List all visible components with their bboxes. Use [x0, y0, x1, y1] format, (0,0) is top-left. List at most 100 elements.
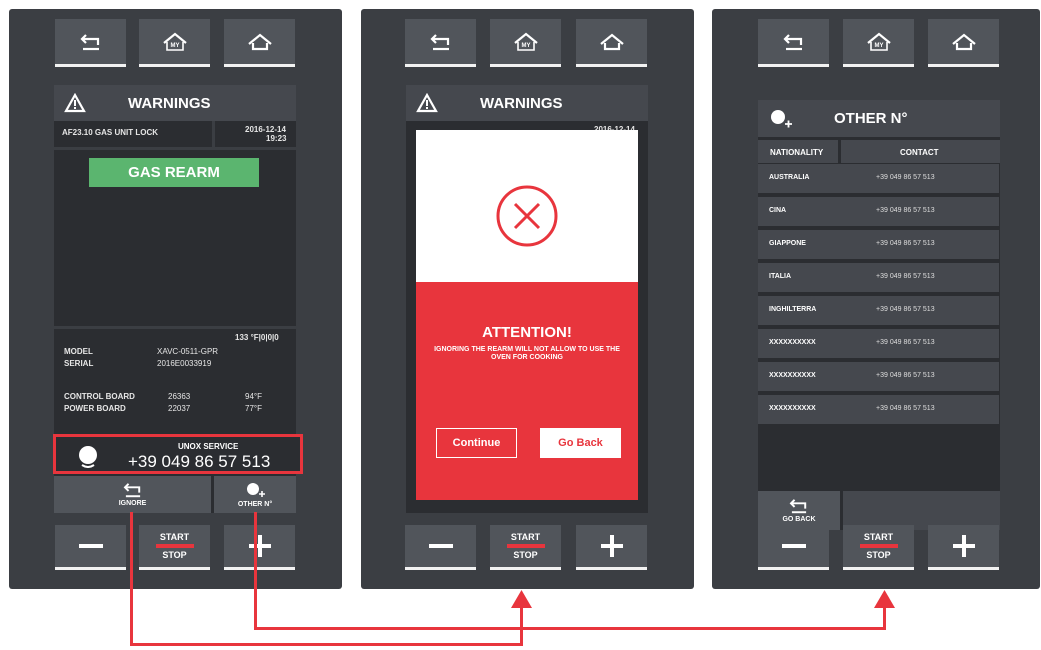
minus-icon — [428, 544, 453, 548]
stop-label: STOP — [866, 550, 891, 560]
go-back-label: GO BACK — [782, 516, 816, 523]
ignore-button[interactable]: IGNORE — [54, 476, 211, 513]
serial-label: SERIAL — [64, 359, 94, 368]
minus-icon — [781, 544, 806, 548]
table-row[interactable]: CINA +39 049 86 57 513 — [758, 197, 999, 226]
home-button[interactable] — [224, 19, 295, 67]
nationality-cell: ITALIA — [769, 273, 792, 280]
plus-button[interactable] — [928, 525, 999, 570]
divider — [212, 121, 215, 147]
nationality-cell: CINA — [769, 207, 787, 214]
home-icon — [247, 33, 272, 50]
page-title: WARNINGS — [128, 94, 211, 112]
nationality-cell: XXXXXXXXXX — [769, 405, 816, 412]
model-value: XAVC-0511-GPR — [157, 347, 219, 356]
headset-add-icon — [247, 483, 265, 497]
back-arrow-icon — [429, 33, 449, 50]
home-button[interactable] — [576, 19, 647, 67]
table-row[interactable]: INGHILTERRA +39 049 86 57 513 — [758, 296, 999, 325]
attention-message: IGNORING THE REARM WILL NOT ALLOW TO USE… — [434, 346, 620, 361]
other-number-button[interactable]: OTHER N° — [214, 476, 296, 513]
stop-label: STOP — [513, 550, 538, 560]
alarm-time: 19:23 — [266, 134, 287, 143]
page-title: OTHER N° — [834, 110, 908, 127]
serial-value: 2016E0033919 — [157, 359, 212, 368]
continue-button[interactable]: Continue — [436, 428, 517, 458]
flow-line-other-horizontal — [254, 627, 886, 630]
nationality-cell: XXXXXXXXXX — [769, 372, 816, 379]
control-board-temp: 94°F — [245, 392, 262, 401]
temperature-counter: 133 °F|0|0|0 — [235, 333, 279, 342]
my-home-icon: MY — [513, 32, 538, 51]
contact-cell: +39 049 86 57 513 — [876, 174, 935, 181]
headset-icon — [79, 446, 97, 468]
start-stop-bar — [155, 544, 194, 548]
table-row[interactable]: XXXXXXXXXX +39 049 86 57 513 — [758, 329, 999, 358]
table-row[interactable]: AUSTRALIA +39 049 86 57 513 — [758, 164, 999, 193]
minus-button[interactable] — [405, 525, 476, 570]
service-phone: +39 049 86 57 513 — [128, 452, 271, 471]
power-board-value: 22037 — [168, 404, 191, 413]
minus-icon — [78, 544, 103, 548]
my-home-icon: MY — [162, 32, 187, 51]
warning-triangle-icon — [64, 93, 86, 113]
flow-arrowhead-icon — [874, 590, 895, 608]
page-title: WARNINGS — [480, 94, 563, 112]
power-board-label: POWER BOARD — [64, 404, 126, 413]
svg-text:MY: MY — [874, 43, 883, 49]
flow-line-ignore-up — [520, 604, 523, 646]
service-title: UNOX SERVICE — [178, 442, 239, 451]
start-stop-bar — [506, 544, 545, 548]
back-button[interactable] — [758, 19, 829, 67]
alarm-date: 2016-12-14 — [245, 125, 286, 134]
back-arrow-icon — [782, 33, 802, 50]
home-icon — [951, 33, 976, 50]
warnings-header: WARNINGS — [406, 85, 648, 121]
go-back-button[interactable]: Go Back — [540, 428, 621, 458]
start-stop-bar — [859, 544, 898, 548]
my-home-button[interactable]: MY — [843, 19, 914, 67]
service-contact-box[interactable]: UNOX SERVICE +39 049 86 57 513 — [53, 434, 303, 474]
nationality-cell: GIAPPONE — [769, 240, 806, 247]
minus-button[interactable] — [55, 525, 126, 570]
table-row[interactable]: XXXXXXXXXX +39 049 86 57 513 — [758, 395, 999, 424]
other-numbers-header: OTHER N° — [758, 100, 1000, 137]
flow-line-ignore-horizontal — [130, 643, 523, 646]
plus-button[interactable] — [576, 525, 647, 570]
svg-text:MY: MY — [521, 43, 530, 49]
error-circle-x-icon — [496, 185, 558, 247]
table-row[interactable]: ITALIA +39 049 86 57 513 — [758, 263, 999, 292]
headset-add-icon — [771, 109, 792, 127]
divider — [838, 140, 841, 166]
nationality-cell: AUSTRALIA — [769, 174, 810, 181]
home-button[interactable] — [928, 19, 999, 67]
start-label: START — [510, 532, 541, 542]
minus-button[interactable] — [758, 525, 829, 570]
flow-line-ignore-vertical — [130, 512, 133, 646]
start-stop-button[interactable]: START STOP — [490, 525, 561, 570]
other-label: OTHER N° — [237, 501, 273, 508]
ignore-label: IGNORE — [118, 500, 147, 507]
back-button[interactable] — [55, 19, 126, 67]
start-stop-button[interactable]: START STOP — [139, 525, 210, 570]
contact-cell: +39 049 86 57 513 — [876, 207, 935, 214]
start-stop-label: START STOP — [155, 532, 194, 560]
start-stop-label: START STOP — [506, 532, 545, 560]
back-button[interactable] — [405, 19, 476, 67]
table-row[interactable]: XXXXXXXXXX +39 049 86 57 513 — [758, 362, 999, 391]
my-home-button[interactable]: MY — [490, 19, 561, 67]
start-stop-button[interactable]: START STOP — [843, 525, 914, 570]
contact-cell: +39 049 86 57 513 — [876, 339, 935, 346]
my-home-button[interactable]: MY — [139, 19, 210, 67]
contact-cell: +39 049 86 57 513 — [876, 273, 935, 280]
plus-icon — [600, 535, 623, 557]
contact-cell: +39 049 86 57 513 — [876, 306, 935, 313]
start-label: START — [159, 532, 190, 542]
plus-button[interactable] — [224, 525, 295, 570]
gas-rearm-button[interactable]: GAS REARM — [89, 158, 259, 187]
contact-cell: +39 049 86 57 513 — [876, 240, 935, 247]
attention-title: ATTENTION! — [482, 324, 572, 341]
table-row[interactable]: GIAPPONE +39 049 86 57 513 — [758, 230, 999, 259]
plus-icon — [248, 535, 271, 557]
attention-modal-bottom: ATTENTION! IGNORING THE REARM WILL NOT A… — [416, 282, 638, 500]
